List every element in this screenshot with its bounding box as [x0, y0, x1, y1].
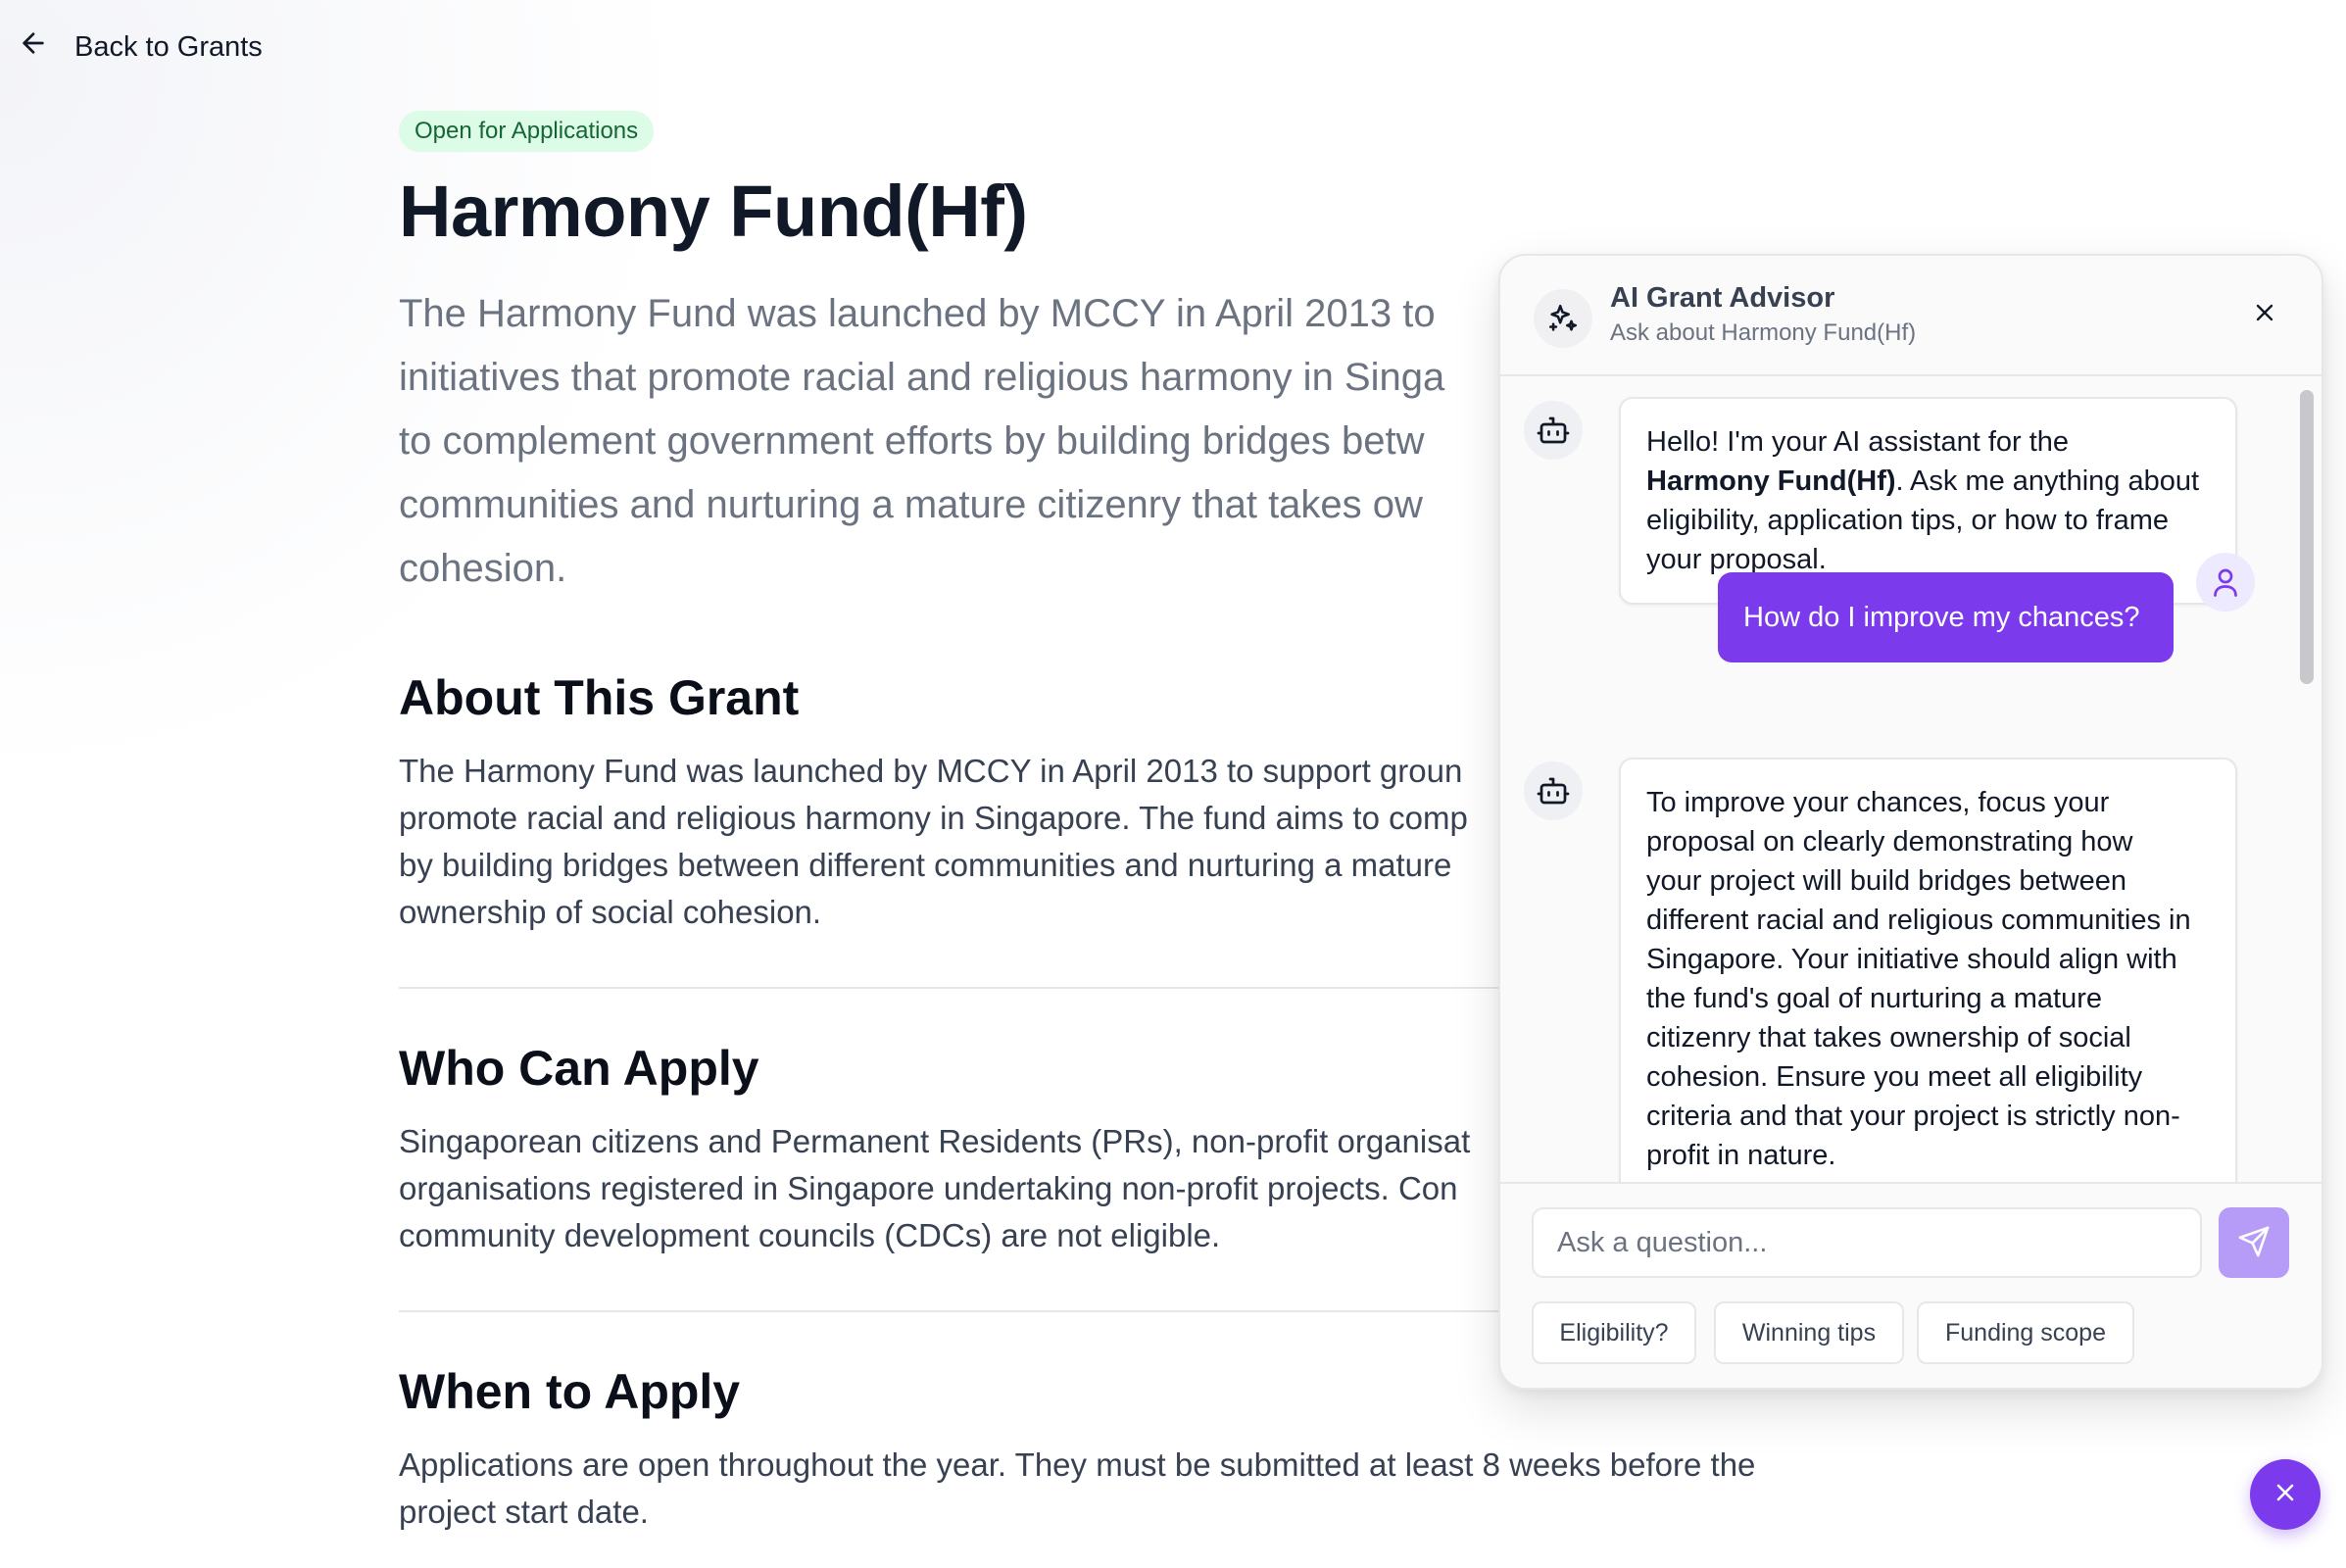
close-chat-button[interactable]: [2247, 297, 2282, 332]
grant-summary: The Harmony Fund was launched by MCCY in…: [399, 282, 1506, 601]
message-line: criteria and that your project is strict…: [1646, 1101, 2180, 1132]
message-line: eligibility, application tips, or how to…: [1646, 505, 2169, 536]
message-line-rest: . Ask me anything about: [1895, 466, 2200, 497]
message-line: To improve your chances, focus your: [1646, 787, 2110, 818]
chat-composer: Eligibility? Winning tips Funding scope: [1500, 1182, 2322, 1388]
suggestion-eligibility[interactable]: Eligibility?: [1532, 1301, 1696, 1364]
message-scrollbar[interactable]: [2300, 384, 2316, 1178]
message-line: the fund's goal of nurturing a mature: [1646, 983, 2102, 1014]
back-link-label: Back to Grants: [74, 30, 263, 63]
section-body: Applications are open throughout the yea…: [399, 1442, 1849, 1536]
arrow-left-icon: [18, 27, 49, 67]
message-bold: Harmony Fund(Hf): [1646, 466, 1896, 497]
message-line: proposal on clearly demonstrating how: [1646, 826, 2133, 858]
summary-line: to complement government efforts by buil…: [399, 419, 1425, 464]
toggle-advisor-button[interactable]: [2250, 1459, 2321, 1530]
message-line: your project will build bridges between: [1646, 865, 2127, 897]
message-line: cohesion. Ensure you meet all eligibilit…: [1646, 1061, 2143, 1093]
summary-line: communities and nurturing a mature citiz…: [399, 483, 1423, 527]
bot-icon: [1524, 401, 1583, 460]
close-icon: [2251, 299, 2278, 331]
chat-subtitle: Ask about Harmony Fund(Hf): [1610, 319, 1917, 346]
chat-title: AI Grant Advisor: [1610, 282, 1835, 314]
message-line: different racial and religious communiti…: [1646, 905, 2191, 936]
message-line: profit in nature.: [1646, 1140, 1836, 1171]
chat-header: AI Grant Advisor Ask about Harmony Fund(…: [1500, 256, 2322, 376]
user-icon: [2196, 553, 2255, 612]
message-line: Singapore. Your initiative should align …: [1646, 944, 2177, 975]
summary-line: cohesion.: [399, 547, 567, 591]
summary-line: The Harmony Fund was launched by MCCY in…: [399, 292, 1436, 336]
send-button[interactable]: [2219, 1207, 2289, 1278]
message-line: Harmony Fund(Hf). Ask me anything about: [1646, 462, 2210, 501]
scrollbar-thumb[interactable]: [2300, 390, 2314, 684]
suggestion-funding-scope[interactable]: Funding scope: [1917, 1301, 2134, 1364]
message-list[interactable]: Hello! I'm your AI assistant for the Har…: [1500, 376, 2322, 1182]
body-line: project start date.: [399, 1494, 649, 1531]
back-to-grants-link[interactable]: Back to Grants: [18, 27, 263, 67]
message-line: citizenry that takes ownership of social: [1646, 1022, 2131, 1054]
bot-message: To improve your chances, focus your prop…: [1619, 758, 2237, 1182]
ai-advisor-panel: AI Grant Advisor Ask about Harmony Fund(…: [1498, 254, 2323, 1390]
user-message: How do I improve my chances?: [1718, 572, 2174, 662]
close-icon: [2272, 1479, 2299, 1511]
bot-icon: [1524, 761, 1583, 820]
status-badge: Open for Applications: [399, 111, 655, 152]
body-line: Applications are open throughout the yea…: [399, 1446, 1756, 1484]
question-input[interactable]: [1532, 1207, 2202, 1278]
sparkles-icon: [1534, 289, 1592, 348]
page-title: Harmony Fund(Hf): [399, 171, 1028, 252]
message-line: Hello! I'm your AI assistant for the: [1646, 426, 2070, 458]
suggestion-winning-tips[interactable]: Winning tips: [1714, 1301, 1904, 1364]
send-icon: [2237, 1225, 2271, 1261]
summary-line: initiatives that promote racial and reli…: [399, 356, 1445, 400]
